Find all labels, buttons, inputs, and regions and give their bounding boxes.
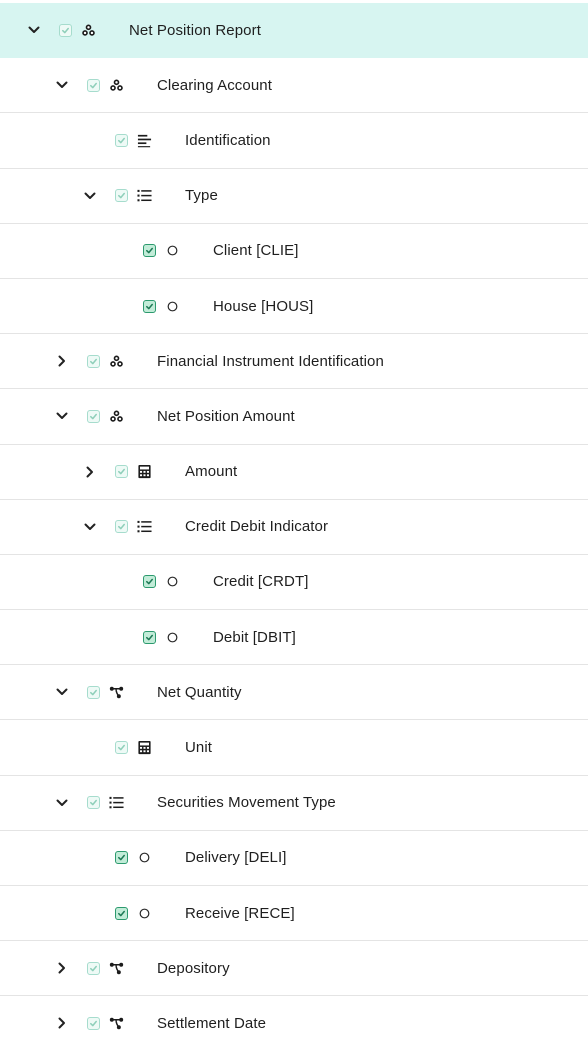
circle-icon [164,298,180,314]
calculator-icon [136,464,152,480]
list-icon [136,519,152,535]
checkbox[interactable] [87,685,100,699]
checkbox[interactable] [143,299,156,313]
tree-node-label: Net Position Report [129,21,261,39]
checkbox[interactable] [115,741,128,755]
calculator-icon [136,740,152,756]
tree-node-label: Financial Instrument Identification [157,352,384,370]
checkbox[interactable] [59,23,72,37]
checkbox[interactable] [143,575,156,589]
tree-node-label: Clearing Account [157,76,273,94]
chevron-down-icon[interactable] [82,188,98,204]
tree-node-house[interactable]: House [HOUS] [0,279,588,335]
branch-icon [108,960,124,976]
tree-node-label: Net Position Amount [157,407,295,425]
tree-node-label: Unit [185,739,213,757]
tree-node-label: Securities Movement Type [157,794,336,812]
chevron-down-icon[interactable] [82,519,98,535]
chevron-down-icon[interactable] [54,795,70,811]
tree-node-label: Delivery [DELI] [185,849,287,867]
checkbox[interactable] [115,520,128,534]
chevron-right-icon[interactable] [54,1015,70,1031]
circle-icon [136,905,152,921]
tree-node-depository[interactable]: Depository [0,941,588,997]
tree-node-delivery[interactable]: Delivery [DELI] [0,831,588,886]
tree-node-label: Type [185,187,218,205]
tree-node-label: Amount [185,463,238,481]
tree-node-client[interactable]: Client [CLIE] [0,224,588,279]
checkbox[interactable] [87,1016,100,1030]
checkbox[interactable] [143,630,156,644]
tree-view: Net Position Report Clearing Account Ident… [0,0,588,1045]
group-icon [80,22,96,38]
checkbox[interactable] [87,796,100,810]
branch-icon [108,684,124,700]
tree-node-label: Identification [185,131,271,149]
tree-node-debit[interactable]: Debit [DBIT] [0,610,588,666]
checkbox[interactable] [115,133,128,147]
tree-node-label: Receive [RECE] [185,904,295,922]
circle-icon [164,629,180,645]
checkbox[interactable] [115,189,128,203]
tree-node-credit-debit-indicator[interactable]: Credit Debit Indicator [0,500,588,555]
checkbox[interactable] [115,465,128,479]
checkbox[interactable] [143,244,156,258]
tree-node-label: Client [CLIE] [213,242,299,260]
checkbox[interactable] [87,409,100,423]
tree-node-label: Debit [DBIT] [213,628,296,646]
checkbox[interactable] [87,961,100,975]
circle-icon [136,850,152,866]
tree-node-label: Depository [157,959,230,977]
chevron-down-icon[interactable] [26,22,42,38]
group-icon [108,408,124,424]
tree-node-type[interactable]: Type [0,169,588,224]
tree-node-label: House [HOUS] [213,297,314,315]
tree-node-net-position-report[interactable]: Net Position Report [0,3,588,59]
text-lines-icon [136,132,152,148]
tree-node-unit[interactable]: Unit [0,720,588,776]
group-icon [108,77,124,93]
tree-node-financial-instrument-identification[interactable]: Financial Instrument Identification [0,334,588,390]
tree-node-identification[interactable]: Identification [0,113,588,169]
tree-node-net-quantity[interactable]: Net Quantity [0,665,588,721]
tree-node-label: Settlement Date [157,1014,267,1032]
checkbox[interactable] [87,78,100,92]
checkbox[interactable] [87,354,100,368]
tree-node-securities-movement-type[interactable]: Securities Movement Type [0,776,588,831]
chevron-down-icon[interactable] [54,408,70,424]
tree-node-net-position-amount[interactable]: Net Position Amount [0,389,588,445]
chevron-right-icon[interactable] [82,464,98,480]
checkbox[interactable] [115,906,128,920]
tree-node-clearing-account[interactable]: Clearing Account [0,58,588,114]
tree-node-receive[interactable]: Receive [RECE] [0,886,588,942]
list-icon [136,188,152,204]
group-icon [108,353,124,369]
circle-icon [164,574,180,590]
circle-icon [164,243,180,259]
branch-icon [108,1015,124,1031]
tree-node-settlement-date[interactable]: Settlement Date [0,996,588,1045]
chevron-down-icon[interactable] [54,684,70,700]
chevron-right-icon[interactable] [54,353,70,369]
checkbox[interactable] [115,851,128,865]
chevron-right-icon[interactable] [54,960,70,976]
chevron-down-icon[interactable] [54,77,70,93]
tree-node-label: Credit [CRDT] [213,573,309,591]
tree-node-credit[interactable]: Credit [CRDT] [0,555,588,611]
tree-node-label: Credit Debit Indicator [185,518,329,536]
list-icon [108,795,124,811]
tree-node-label: Net Quantity [157,683,242,701]
tree-node-amount[interactable]: Amount [0,445,588,500]
